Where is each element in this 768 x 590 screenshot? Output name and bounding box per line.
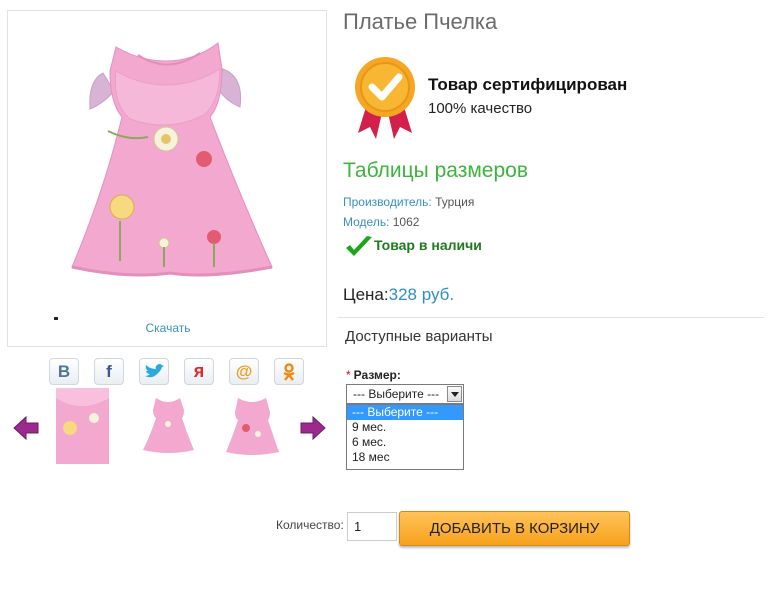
add-to-cart-button[interactable]: ДОБАВИТЬ В КОРЗИНУ: [399, 511, 630, 546]
manufacturer-label[interactable]: Производитель:: [343, 195, 432, 209]
quantity-input[interactable]: [347, 512, 397, 541]
twitter-icon[interactable]: [139, 358, 169, 385]
size-select[interactable]: --- Выберите ---: [346, 384, 464, 404]
size-option[interactable]: --- Выберите ---: [347, 405, 463, 420]
certified-title: Товар сертифицирован: [428, 75, 628, 94]
price-value: 328 руб.: [388, 285, 455, 304]
carousel-next-arrow-icon[interactable]: [300, 415, 326, 445]
dress-image: [71, 42, 273, 277]
size-select-value: --- Выберите ---: [353, 387, 440, 401]
variants-heading: Доступные варианты: [345, 328, 493, 345]
manufacturer-row: Производитель: Турция: [343, 195, 474, 209]
manufacturer-value: Турция: [431, 195, 475, 209]
quantity-label: Количество:: [276, 518, 344, 532]
certified-subtitle: 100% качество: [428, 100, 533, 117]
certificate-badge-icon: [352, 55, 418, 146]
size-dropdown-list: --- Выберите --- 9 мес. 6 мес. 18 мес: [346, 404, 464, 470]
mailru-icon[interactable]: @: [229, 358, 259, 385]
size-option[interactable]: 18 мес: [347, 450, 463, 465]
size-tables-link[interactable]: Таблицы размеров: [343, 159, 528, 183]
size-label: * Размер:: [346, 368, 401, 382]
chevron-down-icon[interactable]: [447, 386, 462, 402]
odnoklassniki-icon[interactable]: [274, 358, 304, 385]
carousel-prev-arrow-icon[interactable]: [13, 415, 39, 445]
checkmark-icon: [344, 234, 374, 265]
size-option[interactable]: 6 мес.: [347, 435, 463, 450]
model-label: Модель:: [343, 215, 390, 229]
page-title: Платье Пчелка: [343, 9, 498, 34]
divider: [338, 317, 764, 318]
thumbnail-3[interactable]: [224, 388, 281, 464]
thumbnail-1[interactable]: [54, 388, 111, 464]
model-row: Модель: 1062: [343, 215, 419, 229]
thumbnail-2[interactable]: [140, 388, 197, 464]
size-option[interactable]: 9 мес.: [347, 420, 463, 435]
download-link[interactable]: Скачать: [8, 321, 328, 335]
price-label: Цена:: [343, 285, 389, 304]
image-artifact: [54, 317, 58, 320]
main-product-image[interactable]: Скачать: [7, 10, 327, 347]
price: Цена:328 руб.: [343, 285, 454, 305]
yaru-icon[interactable]: я: [184, 358, 214, 385]
model-value: 1062: [389, 215, 420, 229]
stock-status: Товар в наличи: [374, 237, 482, 253]
facebook-icon[interactable]: f: [94, 358, 124, 385]
vk-icon[interactable]: В: [49, 358, 79, 385]
required-mark: *: [346, 368, 351, 382]
